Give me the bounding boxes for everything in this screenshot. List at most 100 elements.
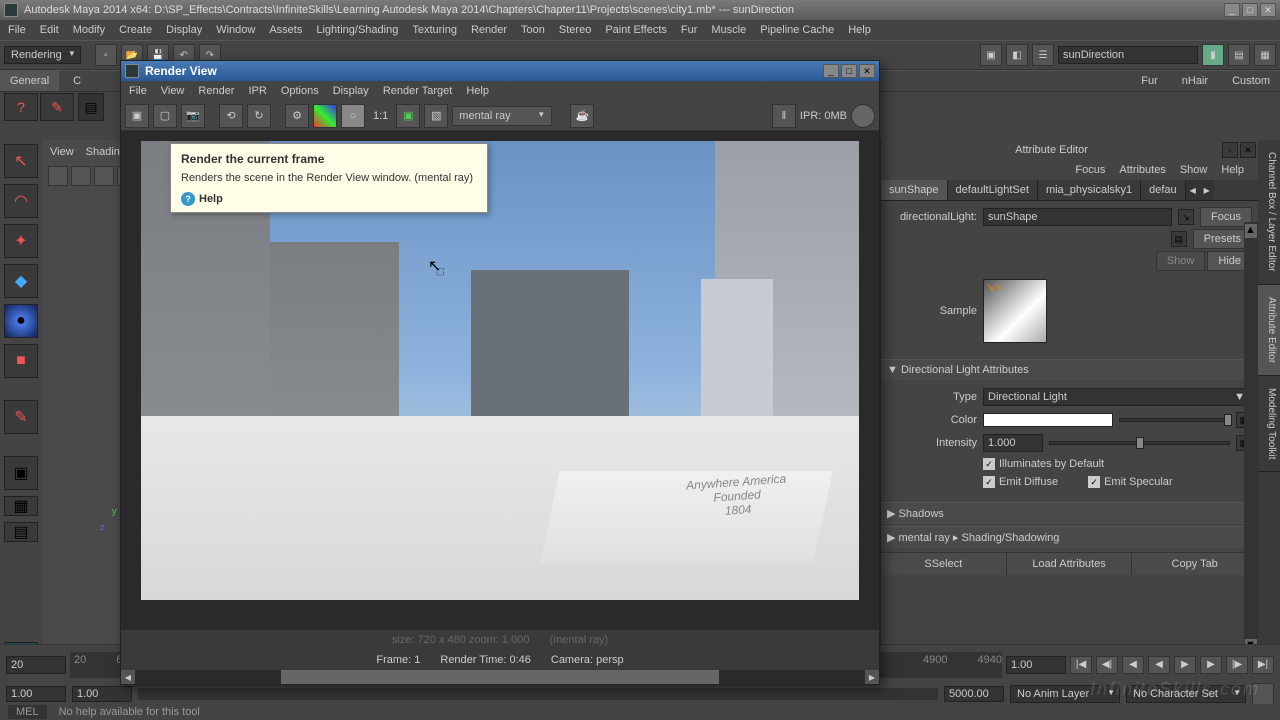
layout-single-icon[interactable]: ▣: [4, 456, 38, 490]
close-button[interactable]: ✕: [1260, 3, 1276, 17]
play-button[interactable]: ▶: [1174, 656, 1196, 674]
shelf-script-icon[interactable]: ✎: [40, 93, 74, 121]
rv-render-ipr-icon[interactable]: ⟲: [219, 104, 243, 128]
ae-toggle-icon[interactable]: ▤: [1228, 44, 1250, 66]
ae-scroll-up-icon[interactable]: ▲: [1245, 224, 1257, 238]
rv-rgb-icon[interactable]: [313, 104, 337, 128]
shelf-tab-custom[interactable]: Custom: [1222, 71, 1280, 91]
rv-scroll-thumb[interactable]: [281, 670, 719, 684]
intensity-slider[interactable]: [1049, 441, 1230, 445]
last-tool[interactable]: ✎: [4, 400, 38, 434]
selection-name-field[interactable]: sunDirection: [1058, 46, 1198, 64]
rv-close-button[interactable]: ✕: [859, 64, 875, 78]
menu-paint-effects[interactable]: Paint Effects: [605, 24, 667, 36]
render-settings-icon[interactable]: ☰: [1032, 44, 1054, 66]
menu-fur[interactable]: Fur: [681, 24, 698, 36]
intensity-field[interactable]: [983, 434, 1043, 452]
rv-menu-view[interactable]: View: [161, 85, 185, 97]
view-camera-icon[interactable]: [48, 166, 68, 186]
ae-menu-attributes[interactable]: Attributes: [1119, 164, 1165, 176]
rv-menu-ipr[interactable]: IPR: [248, 85, 266, 97]
menu-toon[interactable]: Toon: [521, 24, 545, 36]
load-attributes-button[interactable]: Load Attributes: [1007, 553, 1133, 575]
ae-menu-help[interactable]: Help: [1221, 164, 1244, 176]
vtab-attribute-editor[interactable]: Attribute Editor: [1258, 285, 1280, 376]
rv-menu-help[interactable]: Help: [466, 85, 489, 97]
shelf-tab-next[interactable]: C: [63, 71, 91, 91]
menu-lighting-shading[interactable]: Lighting/Shading: [316, 24, 398, 36]
menu-pipeline-cache[interactable]: Pipeline Cache: [760, 24, 834, 36]
layout-outliner-icon[interactable]: ▤: [4, 522, 38, 542]
toolsettings-toggle-icon[interactable]: ▦: [1254, 44, 1276, 66]
menu-stereo[interactable]: Stereo: [559, 24, 591, 36]
color-slider[interactable]: [1119, 418, 1230, 422]
rv-maximize-button[interactable]: □: [841, 64, 857, 78]
shelf-switcher-icon[interactable]: ▤: [78, 93, 104, 121]
rv-bake-icon[interactable]: ☕: [570, 104, 594, 128]
rv-menu-options[interactable]: Options: [281, 85, 319, 97]
render-icon[interactable]: ▣: [980, 44, 1002, 66]
ae-connection-icon[interactable]: ↘: [1178, 209, 1194, 225]
ae-section-shading[interactable]: ▶ mental ray ▸ Shading/Shadowing: [881, 526, 1258, 548]
menu-file[interactable]: File: [8, 24, 26, 36]
viewport-menu-view[interactable]: View: [50, 146, 74, 158]
step-back-button[interactable]: ◀: [1122, 656, 1144, 674]
sample-swatch[interactable]: ↘↘: [983, 279, 1047, 343]
color-swatch[interactable]: [983, 413, 1113, 427]
ae-menu-focus[interactable]: Focus: [1075, 164, 1105, 176]
rv-hscroll[interactable]: ◀ ▶: [121, 670, 879, 684]
ae-node-name-field[interactable]: [983, 208, 1172, 226]
ae-section-attributes[interactable]: ▼ Directional Light Attributes: [881, 359, 1258, 380]
render-view-titlebar[interactable]: Render View _ □ ✕: [121, 61, 879, 81]
view-bookmark-icon[interactable]: [71, 166, 91, 186]
renderer-dropdown[interactable]: mental ray: [452, 106, 552, 126]
range-inner-start-field[interactable]: [72, 686, 132, 702]
shelf-tab-nhair[interactable]: nHair: [1172, 71, 1218, 91]
rotate-tool[interactable]: ●: [4, 304, 38, 338]
menu-edit[interactable]: Edit: [40, 24, 59, 36]
new-scene-icon[interactable]: ▫: [95, 44, 117, 66]
tooltip-help-link[interactable]: ? Help: [181, 192, 477, 206]
shelf-tab-fur[interactable]: Fur: [1131, 71, 1168, 91]
rv-render-region-icon[interactable]: ▢: [153, 104, 177, 128]
rv-render-settings-icon[interactable]: ⚙: [285, 104, 309, 128]
menu-window[interactable]: Window: [216, 24, 255, 36]
layout-four-icon[interactable]: ▦: [4, 496, 38, 516]
rv-snapshot-icon[interactable]: 📷: [181, 104, 205, 128]
current-time-field[interactable]: [1006, 656, 1066, 674]
menu-modify[interactable]: Modify: [73, 24, 105, 36]
view-image-icon[interactable]: [94, 166, 114, 186]
menu-create[interactable]: Create: [119, 24, 152, 36]
illuminates-checkbox[interactable]: ✓Illuminates by Default: [983, 458, 1104, 470]
rv-menu-render[interactable]: Render: [198, 85, 234, 97]
show-button[interactable]: Show: [1156, 251, 1206, 271]
ae-tab-mia-physicalsky[interactable]: mia_physicalsky1: [1038, 180, 1141, 200]
emit-diffuse-checkbox[interactable]: ✓Emit Diffuse: [983, 476, 1058, 488]
ae-tab-default-partial[interactable]: defau: [1141, 180, 1186, 200]
ae-presets-icon[interactable]: ▤: [1171, 231, 1187, 247]
menu-muscle[interactable]: Muscle: [711, 24, 746, 36]
vtab-channel-box[interactable]: Channel Box / Layer Editor: [1258, 140, 1280, 285]
lasso-tool[interactable]: ◠: [4, 184, 38, 218]
play-back-button[interactable]: ◀: [1148, 656, 1170, 674]
go-end-button[interactable]: ▶|: [1252, 656, 1274, 674]
module-dropdown[interactable]: Rendering: [4, 46, 81, 64]
ae-tab-scroll-right[interactable]: ▶: [1200, 180, 1214, 200]
vtab-modeling-toolkit[interactable]: Modeling Toolkit: [1258, 376, 1280, 473]
maximize-button[interactable]: □: [1242, 3, 1258, 17]
rv-alpha-icon[interactable]: ○: [341, 104, 365, 128]
rv-scroll-left-icon[interactable]: ◀: [121, 670, 135, 684]
menu-display[interactable]: Display: [166, 24, 202, 36]
range-slider[interactable]: [138, 688, 938, 700]
rv-pause-ipr-icon[interactable]: ‖: [772, 104, 796, 128]
step-fwd-button[interactable]: ▶: [1200, 656, 1222, 674]
paint-select-tool[interactable]: ✦: [4, 224, 38, 258]
rv-remove-image-icon[interactable]: ▧: [424, 104, 448, 128]
mel-label[interactable]: MEL: [8, 705, 47, 719]
step-fwd-key-button[interactable]: |▶: [1226, 656, 1248, 674]
menu-assets[interactable]: Assets: [269, 24, 302, 36]
rv-keep-image-icon[interactable]: ▣: [396, 104, 420, 128]
shelf-tab-general[interactable]: General: [0, 71, 59, 91]
ipr-icon[interactable]: ◧: [1006, 44, 1028, 66]
type-dropdown[interactable]: Directional Light▼: [983, 388, 1252, 406]
